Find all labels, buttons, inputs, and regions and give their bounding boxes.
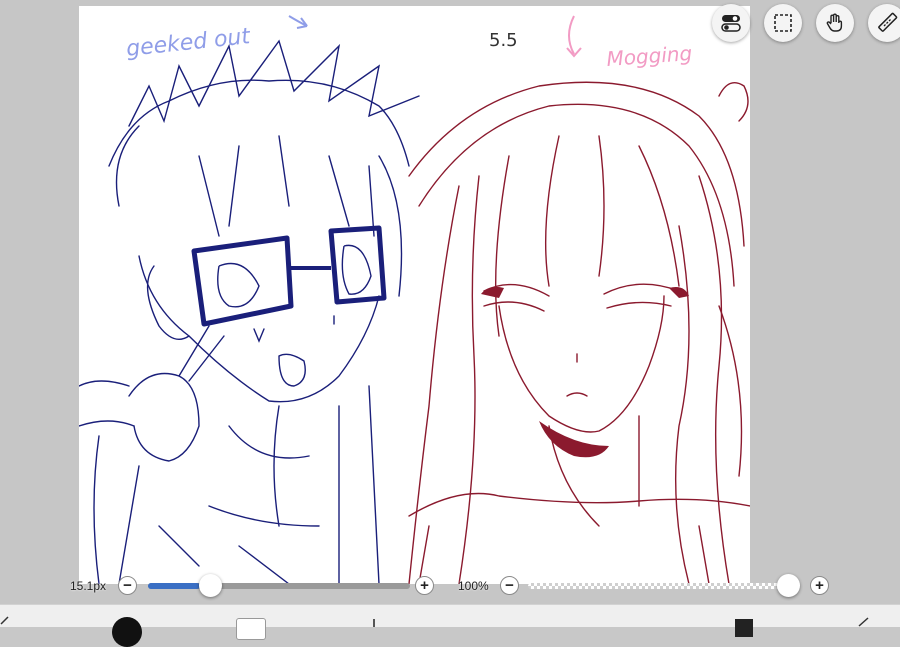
- ruler-button[interactable]: [868, 4, 900, 42]
- arrow-right-icon: [566, 15, 582, 58]
- hand-icon: [826, 13, 843, 32]
- opacity-label: 100%: [458, 579, 489, 593]
- brush-size-plus-button[interactable]: +: [415, 576, 434, 595]
- opacity-thumb[interactable]: [777, 574, 800, 597]
- opacity-minus-button[interactable]: −: [500, 576, 519, 595]
- layer-thumbnail[interactable]: [236, 618, 266, 640]
- brush-size-label: 15.1px: [70, 579, 107, 593]
- annotation-right: Mogging: [606, 41, 693, 71]
- arrow-left-icon: [288, 15, 308, 29]
- bottom-toolbar: [0, 604, 900, 647]
- ruler-icon: [878, 12, 898, 32]
- brush-size-slider[interactable]: [148, 574, 410, 597]
- selection-button[interactable]: [764, 4, 802, 42]
- drawing-canvas[interactable]: geeked out 5.5 Mogging: [79, 6, 750, 584]
- opacity-slider[interactable]: [528, 574, 800, 597]
- opacity-plus-button[interactable]: +: [810, 576, 829, 595]
- sketch-artwork: geeked out 5.5 Mogging: [79, 15, 750, 584]
- brush-size-minus-button[interactable]: −: [118, 576, 137, 595]
- selection-icon: [774, 14, 792, 32]
- brush-size-thumb[interactable]: [198, 574, 222, 597]
- annotation-left: geeked out: [125, 24, 253, 62]
- annotation-center: 5.5: [489, 30, 518, 51]
- right-figure-sketch: [408, 81, 750, 584]
- hand-button[interactable]: [816, 4, 854, 42]
- color-swatch[interactable]: [112, 617, 142, 647]
- layer-icon[interactable]: [735, 619, 753, 637]
- glasses-sketch: [191, 225, 387, 327]
- workspace: geeked out 5.5 Mogging 15.1px − + 100% −…: [0, 0, 900, 647]
- slider-row: 15.1px − + 100% − +: [0, 574, 900, 598]
- brush-tool-icon[interactable]: [0, 615, 10, 625]
- toggle-button[interactable]: [712, 4, 750, 42]
- brush-size-fill: [148, 583, 201, 589]
- toggle-icon: [721, 15, 741, 32]
- eyes-sketch: [217, 244, 372, 308]
